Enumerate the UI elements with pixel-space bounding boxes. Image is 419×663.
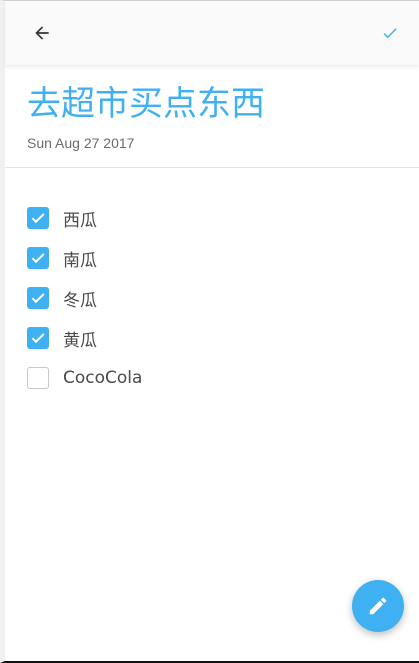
checklist-item-label: 西瓜 bbox=[63, 210, 97, 231]
checklist-item[interactable]: 冬瓜 bbox=[27, 278, 377, 318]
pencil-icon bbox=[369, 597, 387, 615]
edit-fab-button[interactable] bbox=[352, 580, 404, 632]
check-icon bbox=[31, 213, 45, 224]
checklist-item-label: 南瓜 bbox=[63, 250, 97, 271]
checkbox-checked[interactable] bbox=[27, 327, 49, 349]
check-icon bbox=[383, 28, 397, 39]
done-button[interactable] bbox=[371, 14, 409, 52]
checklist-item[interactable]: 南瓜 bbox=[27, 238, 377, 278]
checklist-item-label: 冬瓜 bbox=[63, 290, 97, 311]
check-icon bbox=[31, 293, 45, 304]
checkbox-checked[interactable] bbox=[27, 247, 49, 269]
app-frame: 去超市买点东西 Sun Aug 27 2017 西瓜 南瓜 冬瓜 黄瓜 Coco… bbox=[0, 0, 419, 663]
check-icon bbox=[31, 253, 45, 264]
check-icon bbox=[31, 333, 45, 344]
checklist-item-label: 黄瓜 bbox=[63, 330, 97, 351]
back-button[interactable] bbox=[23, 14, 61, 52]
checkbox-checked[interactable] bbox=[27, 207, 49, 229]
checklist-item-label: CocoCola bbox=[63, 368, 143, 388]
checkbox-unchecked[interactable] bbox=[27, 367, 49, 389]
arrow-left-icon bbox=[35, 26, 49, 40]
checklist-item[interactable]: CocoCola bbox=[27, 358, 377, 398]
note-date: Sun Aug 27 2017 bbox=[27, 135, 135, 151]
checkbox-checked[interactable] bbox=[27, 287, 49, 309]
note-title: 去超市买点东西 bbox=[27, 84, 265, 124]
checklist-item[interactable]: 黄瓜 bbox=[27, 318, 377, 358]
checklist-item[interactable]: 西瓜 bbox=[27, 198, 377, 238]
note-header: 去超市买点东西 Sun Aug 27 2017 bbox=[5, 65, 419, 168]
top-app-bar bbox=[5, 1, 419, 65]
checklist: 西瓜 南瓜 冬瓜 黄瓜 CocoCola bbox=[5, 168, 419, 398]
